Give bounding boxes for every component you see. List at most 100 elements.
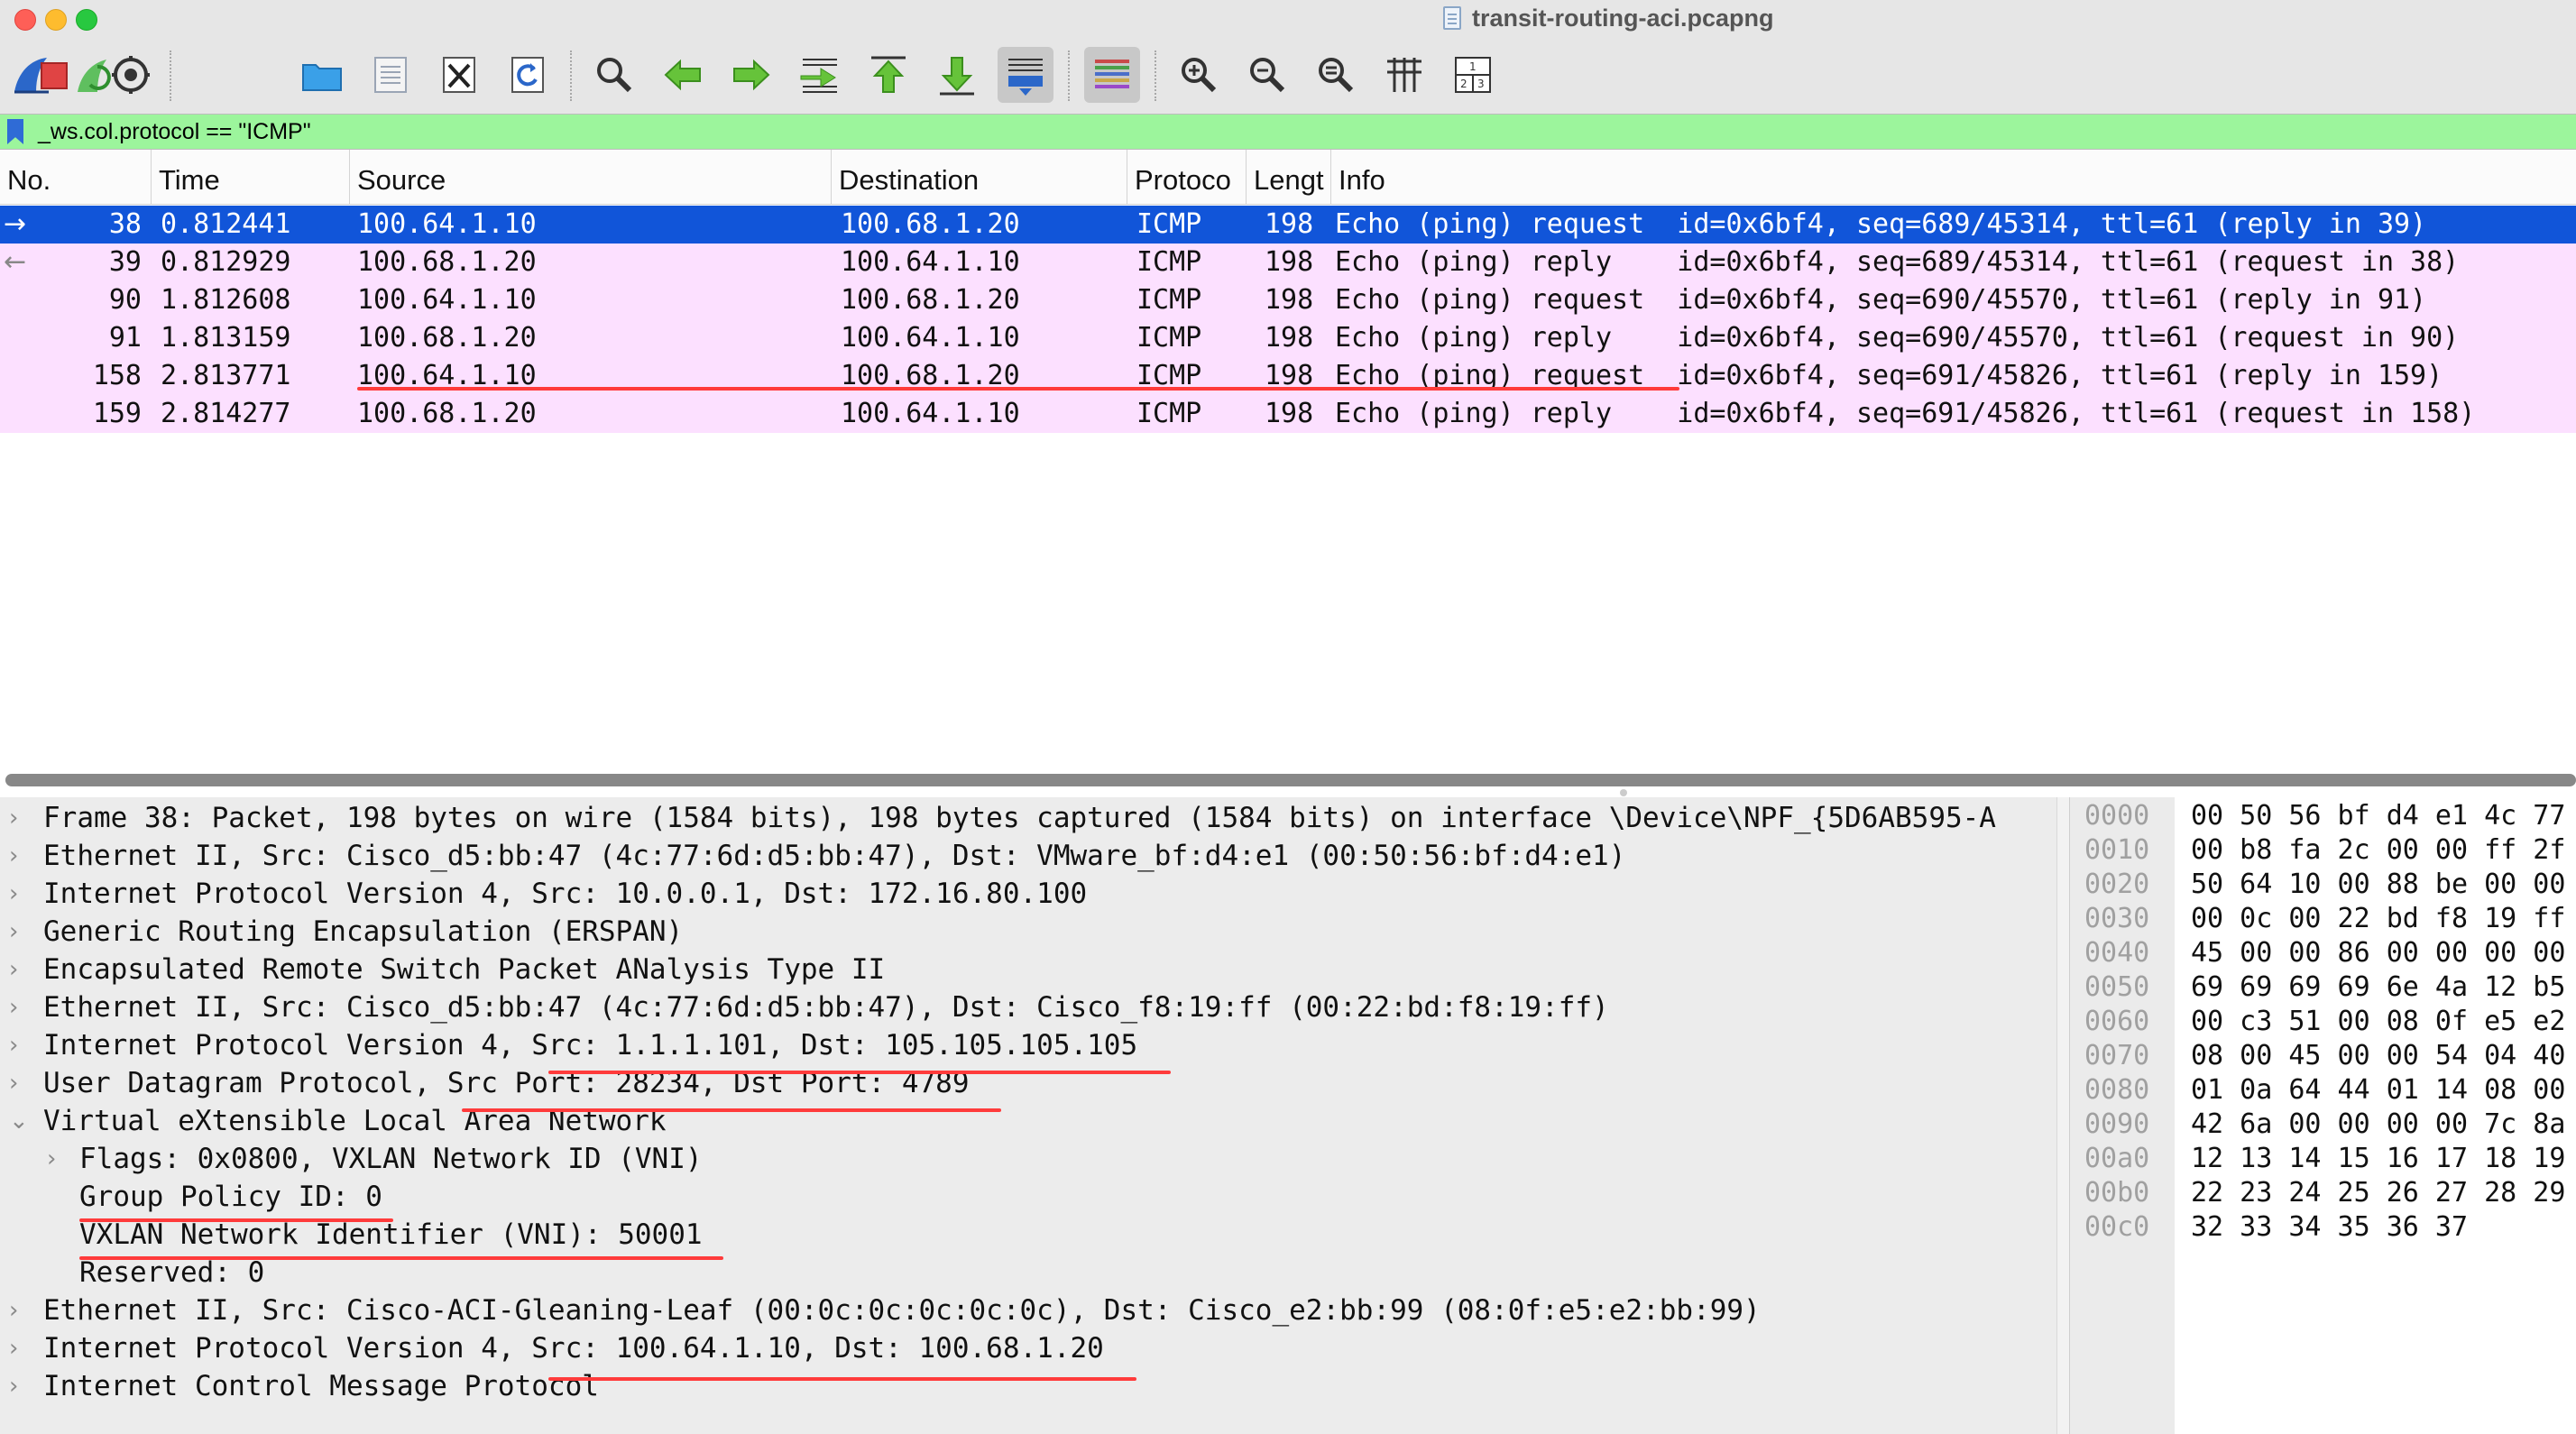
packet-time: 1.812608 bbox=[161, 284, 291, 316]
byte-hex[interactable]: 50 64 10 00 88 be 00 00 bbox=[2191, 868, 2565, 902]
packet-row[interactable]: → 38 0.812441 100.64.1.10 100.68.1.20 ICMP 198… bbox=[0, 206, 2576, 244]
byte-hex[interactable]: 12 13 14 15 16 17 18 19 bbox=[2191, 1142, 2565, 1176]
collapsed-chevron-icon[interactable]: › bbox=[47, 1140, 56, 1178]
detail-tree-item[interactable]: › Ethernet II, Src: Cisco-ACI-Gleaning-Le… bbox=[0, 1292, 2056, 1329]
horizontal-scrollbar[interactable] bbox=[5, 774, 2576, 786]
packet-no: 38 bbox=[108, 208, 142, 240]
go-back-icon[interactable] bbox=[655, 47, 711, 103]
byte-hex[interactable]: 32 33 34 35 36 37 bbox=[2191, 1210, 2468, 1245]
packet-row[interactable]: 91 1.813159 100.68.1.20 100.64.1.10 ICMP 198 E… bbox=[0, 319, 2576, 357]
bytes-row: 0070 08 00 45 00 00 54 04 40 bbox=[2070, 1039, 2576, 1073]
byte-hex[interactable]: 45 00 00 86 00 00 00 00 bbox=[2191, 936, 2565, 970]
save-file-icon[interactable] bbox=[363, 47, 419, 103]
byte-hex[interactable]: 00 b8 fa 2c 00 00 ff 2f bbox=[2191, 833, 2565, 868]
column-header-length[interactable]: Lengt bbox=[1247, 150, 1331, 204]
first-packet-icon[interactable] bbox=[860, 47, 916, 103]
byte-hex[interactable]: 01 0a 64 44 01 14 08 00 bbox=[2191, 1073, 2565, 1108]
detail-tree-item[interactable]: › Internet Protocol Version 4, Src: 100.6… bbox=[0, 1329, 2056, 1367]
detail-tree-item[interactable]: › Frame 38: Packet, 198 bytes on wire (15… bbox=[0, 799, 2056, 837]
go-forward-icon[interactable] bbox=[723, 47, 779, 103]
byte-offset: 0090 bbox=[2084, 1108, 2150, 1140]
collapsed-chevron-icon[interactable]: › bbox=[9, 837, 18, 875]
packet-no: 158 bbox=[92, 360, 142, 391]
resize-columns-icon[interactable] bbox=[1376, 47, 1432, 103]
collapsed-chevron-icon[interactable]: › bbox=[9, 1026, 18, 1064]
find-packet-icon[interactable] bbox=[586, 47, 642, 103]
packet-protocol: ICMP bbox=[1136, 246, 1202, 278]
close-file-icon[interactable] bbox=[431, 47, 487, 103]
column-header-time[interactable]: Time bbox=[152, 150, 350, 204]
normal-size-icon[interactable] bbox=[1308, 47, 1364, 103]
detail-tree-item[interactable]: › Generic Routing Encapsulation (ERSPAN) bbox=[0, 913, 2056, 951]
collapsed-chevron-icon[interactable]: › bbox=[9, 1292, 18, 1329]
layout-icon[interactable]: 123 bbox=[1445, 47, 1501, 103]
detail-tree-item[interactable]: › Internet Protocol Version 4, Src: 10.0.… bbox=[0, 875, 2056, 913]
detail-text: Group Policy ID: 0 bbox=[79, 1181, 382, 1213]
detail-tree-item[interactable]: › Flags: 0x0800, VXLAN Network ID (VNI) bbox=[0, 1140, 2056, 1178]
collapsed-chevron-icon[interactable]: › bbox=[9, 913, 18, 951]
expanded-chevron-icon[interactable]: ⌄ bbox=[9, 1102, 29, 1140]
colorize-icon[interactable] bbox=[1084, 47, 1140, 103]
column-header-info[interactable]: Info bbox=[1331, 150, 2576, 204]
zoom-in-icon[interactable] bbox=[1171, 47, 1227, 103]
packet-details-pane: › Frame 38: Packet, 198 bytes on wire (15… bbox=[0, 797, 2056, 1434]
packet-destination: 100.68.1.20 bbox=[841, 208, 1020, 240]
byte-hex[interactable]: 00 0c 00 22 bd f8 19 ff bbox=[2191, 902, 2565, 936]
collapsed-chevron-icon[interactable]: › bbox=[9, 1064, 18, 1102]
packet-row[interactable]: ← 39 0.812929 100.68.1.20 100.64.1.10 ICMP 198… bbox=[0, 244, 2576, 281]
packet-time: 1.813159 bbox=[161, 322, 291, 354]
collapsed-chevron-icon[interactable]: › bbox=[9, 799, 18, 837]
capture-options-icon[interactable] bbox=[103, 47, 159, 103]
collapsed-chevron-icon[interactable]: › bbox=[9, 988, 18, 1026]
byte-offset: 0030 bbox=[2084, 903, 2150, 934]
open-file-icon[interactable] bbox=[294, 47, 350, 103]
splitter-handle[interactable] bbox=[1620, 789, 1627, 796]
byte-offset: 00b0 bbox=[2084, 1177, 2150, 1209]
maximize-window-button[interactable] bbox=[76, 9, 97, 31]
minimize-window-button[interactable] bbox=[45, 9, 67, 31]
bytes-row: 00b0 22 23 24 25 26 27 28 29 bbox=[2070, 1176, 2576, 1210]
byte-hex[interactable]: 00 50 56 bf d4 e1 4c 77 bbox=[2191, 799, 2565, 833]
detail-tree-item[interactable]: › Internet Protocol Version 4, Src: 1.1.1… bbox=[0, 1026, 2056, 1064]
detail-tree-item[interactable]: Group Policy ID: 0 bbox=[0, 1178, 2056, 1216]
bookmark-icon[interactable] bbox=[7, 119, 23, 144]
byte-hex[interactable]: 42 6a 00 00 00 00 7c 8a bbox=[2191, 1108, 2565, 1142]
column-header-no[interactable]: No. bbox=[0, 150, 152, 204]
detail-tree-item[interactable]: › Ethernet II, Src: Cisco_d5:bb:47 (4c:77… bbox=[0, 988, 2056, 1026]
byte-hex[interactable]: 00 c3 51 00 08 0f e5 e2 bbox=[2191, 1005, 2565, 1039]
go-to-packet-icon[interactable] bbox=[792, 47, 848, 103]
display-filter-bar[interactable]: _ws.col.protocol == "ICMP" bbox=[0, 114, 2576, 150]
packet-row[interactable]: 159 2.814277 100.68.1.20 100.64.1.10 ICMP 198… bbox=[0, 395, 2576, 433]
collapsed-chevron-icon[interactable]: › bbox=[9, 1329, 18, 1367]
svg-text:2: 2 bbox=[1460, 78, 1467, 90]
display-filter-input[interactable]: _ws.col.protocol == "ICMP" bbox=[38, 115, 311, 149]
column-header-destination[interactable]: Destination bbox=[832, 150, 1127, 204]
collapsed-chevron-icon[interactable]: › bbox=[9, 875, 18, 913]
close-window-button[interactable] bbox=[14, 9, 36, 31]
zoom-out-icon[interactable] bbox=[1239, 47, 1295, 103]
detail-tree-item[interactable]: ⌄ Virtual eXtensible Local Area Network bbox=[0, 1102, 2056, 1140]
collapsed-chevron-icon[interactable]: › bbox=[9, 951, 18, 988]
details-vertical-scrollbar[interactable] bbox=[2056, 797, 2070, 1434]
packet-row[interactable]: 90 1.812608 100.64.1.10 100.68.1.20 ICMP 198 E… bbox=[0, 281, 2576, 319]
bytes-row: 0040 45 00 00 86 00 00 00 00 bbox=[2070, 936, 2576, 970]
window-title-group: transit-routing-aci.pcapng bbox=[1443, 0, 1774, 36]
byte-hex[interactable]: 08 00 45 00 00 54 04 40 bbox=[2191, 1039, 2565, 1073]
column-header-protocol[interactable]: Protoco bbox=[1127, 150, 1247, 204]
detail-tree-item[interactable]: › Ethernet II, Src: Cisco_d5:bb:47 (4c:77… bbox=[0, 837, 2056, 875]
last-packet-icon[interactable] bbox=[929, 47, 985, 103]
annotation-underline bbox=[79, 1218, 393, 1222]
packet-no: 91 bbox=[108, 322, 142, 354]
column-header-source[interactable]: Source bbox=[350, 150, 832, 204]
collapsed-chevron-icon[interactable]: › bbox=[9, 1367, 18, 1405]
byte-hex[interactable]: 69 69 69 69 6e 4a 12 b5 bbox=[2191, 970, 2565, 1005]
pane-divider[interactable] bbox=[0, 768, 2576, 797]
annotation-underline bbox=[548, 1377, 1136, 1381]
reload-file-icon[interactable] bbox=[500, 47, 556, 103]
detail-tree-item[interactable]: › Encapsulated Remote Switch Packet ANaly… bbox=[0, 951, 2056, 988]
detail-text: Internet Protocol Version 4, Src: 1.1.1.… bbox=[43, 1029, 1138, 1062]
detail-tree-item[interactable]: › Internet Control Message Protocol bbox=[0, 1367, 2056, 1405]
byte-hex[interactable]: 22 23 24 25 26 27 28 29 bbox=[2191, 1176, 2565, 1210]
autoscroll-icon[interactable] bbox=[998, 47, 1053, 103]
byte-offset: 0070 bbox=[2084, 1040, 2150, 1071]
